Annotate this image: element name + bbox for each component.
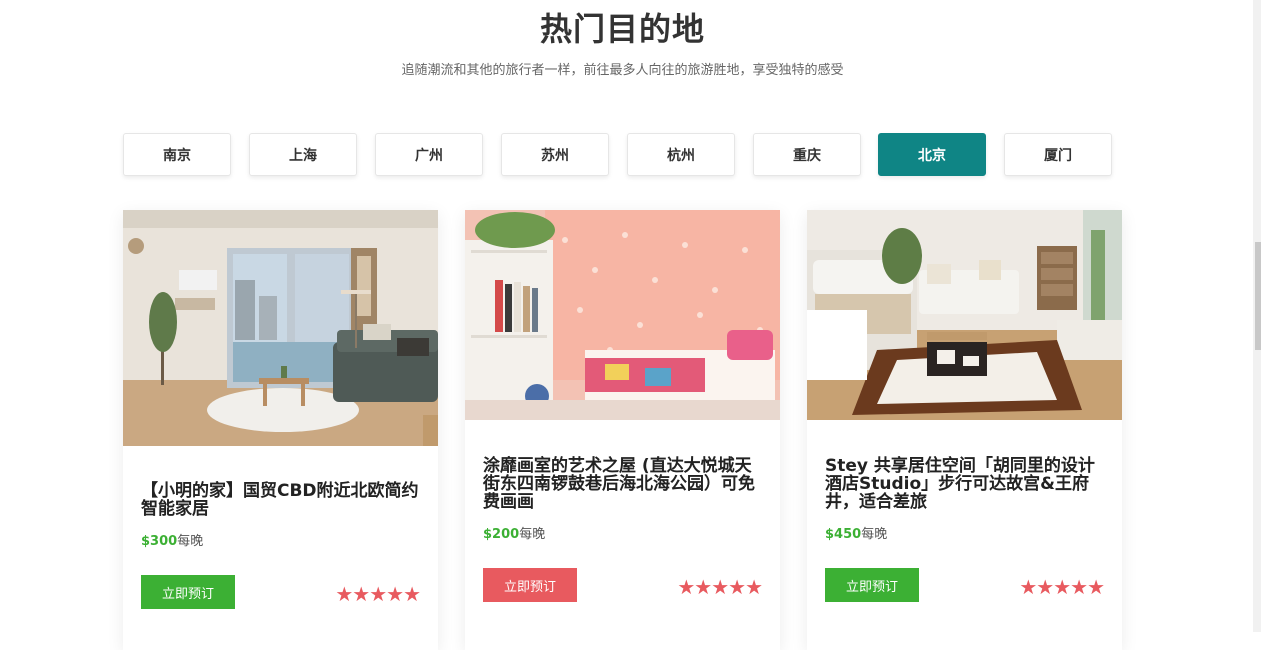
tab-xiamen[interactable]: 厦门 [1004, 133, 1112, 176]
rating-stars-icon: ★★★★★ [677, 575, 763, 599]
listing-title[interactable]: Stey 共享居住空间「胡同里的设计酒店Studio」步行可达故宫&王府井，适合… [825, 457, 1110, 511]
price-amount: $300 [141, 534, 178, 549]
price-amount: $450 [825, 527, 862, 542]
tab-suzhou[interactable]: 苏州 [501, 133, 609, 176]
scrollbar-thumb[interactable] [1255, 242, 1261, 350]
book-now-button[interactable]: 立即预订 [825, 568, 919, 602]
tab-chongqing[interactable]: 重庆 [753, 133, 861, 176]
listing-photo-living-room[interactable] [123, 210, 438, 446]
tab-hangzhou[interactable]: 杭州 [627, 133, 735, 176]
rating-stars-icon: ★★★★★ [335, 582, 421, 606]
listing-card[interactable]: 【小明的家】国贸CBD附近北欧简约智能家居 $300每晚 立即预订 ★★★★★ [123, 210, 438, 650]
price-amount: $200 [483, 527, 520, 542]
rating-stars-icon: ★★★★★ [1019, 575, 1105, 599]
tab-guangzhou[interactable]: 广州 [375, 133, 483, 176]
price-unit: 每晚 [861, 527, 888, 542]
listing-card[interactable]: Stey 共享居住空间「胡同里的设计酒店Studio」步行可达故宫&王府井，适合… [807, 210, 1122, 650]
listing-title[interactable]: 涂靡画室的艺术之屋 (直达大悦城天街东四南锣鼓巷后海北海公园）可免费画画 [483, 457, 768, 511]
price-unit: 每晚 [177, 534, 204, 549]
section-subtitle: 追随潮流和其他的旅行者一样，前往最多人向往的旅游胜地，享受独特的感受 [401, 63, 844, 78]
listing-price: $450每晚 [825, 523, 887, 542]
book-now-button[interactable]: 立即预订 [483, 568, 577, 602]
book-now-button[interactable]: 立即预订 [141, 575, 235, 609]
listing-price: $200每晚 [483, 523, 545, 542]
section-title: 热门目的地 [539, 10, 705, 48]
listing-title[interactable]: 【小明的家】国贸CBD附近北欧简约智能家居 [141, 482, 426, 518]
price-unit: 每晚 [519, 527, 546, 542]
tab-beijing[interactable]: 北京 [878, 133, 986, 176]
listing-price: $300每晚 [141, 530, 203, 549]
listing-photo-pink-bedroom[interactable] [465, 210, 780, 420]
tab-nanjing[interactable]: 南京 [123, 133, 231, 176]
listing-card[interactable]: 涂靡画室的艺术之屋 (直达大悦城天街东四南锣鼓巷后海北海公园）可免费画画 $20… [465, 210, 780, 650]
tab-shanghai[interactable]: 上海 [249, 133, 357, 176]
listing-photo-studio[interactable] [807, 210, 1122, 420]
